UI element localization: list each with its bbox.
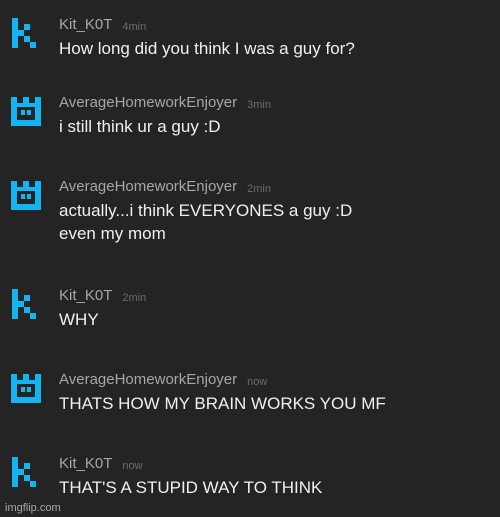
message-line: even my mom: [59, 224, 166, 243]
author-name[interactable]: AverageHomeworkEnjoyer: [59, 371, 237, 388]
message-header: AverageHomeworkEnjoyer now: [59, 371, 267, 390]
message-header: Kit_K0T now: [59, 455, 143, 474]
message-text: actually...i think EVERYONES a guy :D ev…: [59, 199, 352, 245]
message-header: Kit_K0T 4min: [59, 16, 146, 35]
message-line: THAT'S A STUPID WAY TO THINK: [59, 478, 323, 497]
message-header: AverageHomeworkEnjoyer 2min: [59, 178, 271, 197]
message-text: How long did you think I was a guy for?: [59, 37, 355, 60]
timestamp: 2min: [122, 292, 147, 304]
imgflip-watermark: imgflip.com: [5, 502, 61, 514]
author-name[interactable]: AverageHomeworkEnjoyer: [59, 178, 237, 195]
message-header: Kit_K0T 2min: [59, 287, 146, 306]
message-text: WHY: [59, 308, 99, 331]
message-line: THATS HOW MY BRAIN WORKS YOU MF: [59, 394, 386, 413]
message-line: How long did you think I was a guy for?: [59, 39, 355, 58]
castle-avatar-icon[interactable]: [9, 371, 43, 405]
author-name[interactable]: AverageHomeworkEnjoyer: [59, 94, 237, 111]
message-header: AverageHomeworkEnjoyer 3min: [59, 94, 271, 113]
author-name[interactable]: Kit_K0T: [59, 16, 112, 33]
timestamp: now: [122, 460, 143, 472]
chat-log: Kit_K0T 4min How long did you think I was…: [0, 0, 500, 517]
message-line: actually...i think EVERYONES a guy :D: [59, 201, 353, 220]
message-text: i still think ur a guy :D: [59, 115, 221, 138]
message-text: THAT'S A STUPID WAY TO THINK: [59, 476, 322, 499]
message-text: THATS HOW MY BRAIN WORKS YOU MF: [59, 392, 386, 415]
message-line: i still think ur a guy :D: [59, 117, 221, 136]
kit-avatar-icon[interactable]: [9, 287, 43, 321]
author-name[interactable]: Kit_K0T: [59, 287, 112, 304]
kit-avatar-icon[interactable]: [9, 16, 43, 50]
timestamp: 4min: [122, 21, 147, 33]
timestamp: 3min: [247, 99, 271, 111]
author-name[interactable]: Kit_K0T: [59, 455, 112, 472]
castle-avatar-icon[interactable]: [9, 178, 43, 212]
castle-avatar-icon[interactable]: [9, 94, 43, 128]
timestamp: now: [247, 376, 268, 388]
kit-avatar-icon[interactable]: [9, 455, 43, 489]
timestamp: 2min: [247, 183, 271, 195]
message-line: WHY: [59, 310, 99, 329]
